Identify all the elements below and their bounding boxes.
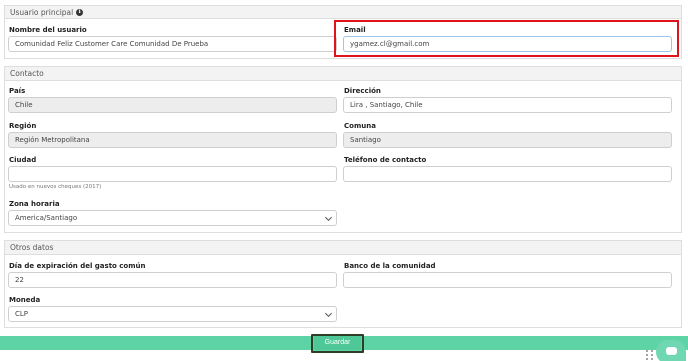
chevron-down-icon [324,309,333,318]
country-label: País [9,87,26,95]
currency-value: CLP [15,310,29,318]
user-name-field[interactable]: Comunidad Feliz Customer Care Comunidad … [8,36,337,52]
city-hint: Usado en nuevos cheques (2017) [9,184,102,190]
commune-field: Santiago [343,132,672,148]
timezone-label: Zona horaria [9,200,60,208]
bank-label: Banco de la comunidad [344,262,436,270]
phone-label: Teléfono de contacto [344,156,427,164]
currency-select[interactable]: CLP [8,306,337,322]
user-name-label: Nombre del usuario [9,26,87,34]
address-field[interactable]: Lira , Santiago, Chile [343,97,672,113]
region-field: Región Metropolitana [8,132,337,148]
expiration-day-field[interactable]: 22 [8,272,337,288]
section-title-other: Otros datos [10,243,54,252]
city-field[interactable] [8,166,337,182]
save-button[interactable]: Guardar [314,336,361,350]
chevron-down-icon [324,213,333,222]
timezone-value: America/Santiago [15,214,78,222]
country-field: Chile [8,97,337,113]
expiration-day-label: Día de expiración del gasto común [9,262,146,270]
city-label: Ciudad [9,156,37,164]
bank-field[interactable] [343,272,672,288]
email-highlight-box [334,20,679,57]
region-label: Región [9,122,37,130]
address-label: Dirección [344,87,381,95]
chat-icon[interactable] [656,340,686,361]
section-header-contact: Contacto [4,66,682,81]
section-title-contact: Contacto [10,69,44,78]
section-title-main-user: Usuario principal [10,7,74,17]
section-header-main-user: Usuario principal i [4,5,682,19]
info-icon[interactable]: i [76,8,84,16]
phone-field[interactable] [343,166,672,182]
drag-handle-icon[interactable] [646,350,654,360]
chat-icon-inner [666,347,677,355]
timezone-select[interactable]: America/Santiago [8,210,337,226]
section-header-other: Otros datos [4,240,682,255]
currency-label: Moneda [9,296,41,304]
commune-label: Comuna [344,122,376,130]
